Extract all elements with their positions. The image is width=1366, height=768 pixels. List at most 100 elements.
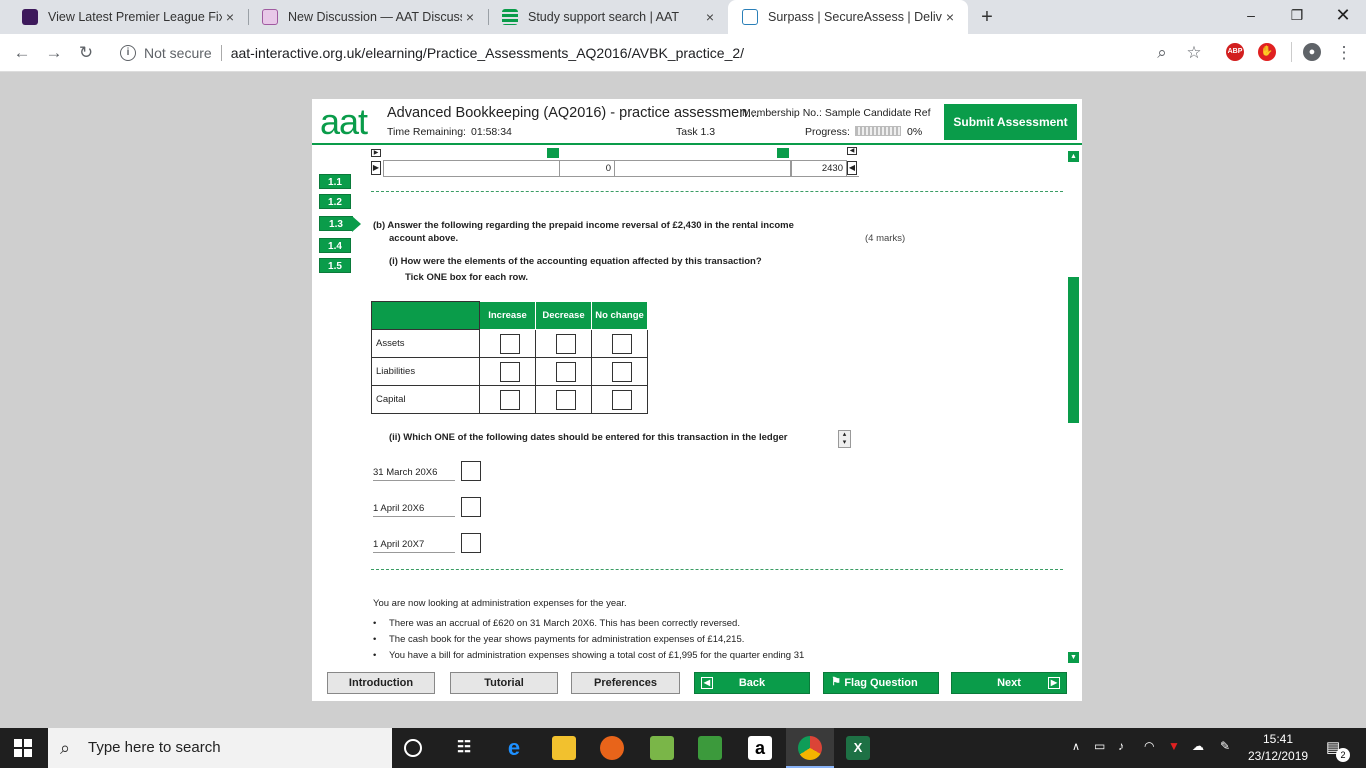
close-tab-icon[interactable]: × [702,9,718,25]
task-button-1-4[interactable]: 1.4 [319,238,351,253]
minimize-window-icon[interactable]: – [1228,0,1274,30]
row-label-liabilities: Liabilities [371,357,480,386]
surpass-icon [742,9,758,25]
cortana-icon[interactable] [404,739,422,757]
close-window-icon[interactable]: ✕ [1320,0,1366,30]
next-button[interactable]: Next ▶ [951,672,1067,694]
date-option-checkbox-31-march-20x6[interactable] [461,461,481,481]
assets-increase-checkbox[interactable] [499,333,520,354]
back-arrow-icon[interactable]: ← [10,41,34,65]
liabilities-no-change-checkbox[interactable] [611,361,632,382]
clock-time[interactable]: 15:41 [1262,732,1294,746]
excel-icon[interactable]: X [846,736,870,760]
address-bar[interactable]: i Not secure aat-interactive.org.uk/elea… [108,38,1214,68]
tutorial-button[interactable]: Tutorial [450,672,558,694]
time-remaining-label: Time Remaining: [387,126,466,138]
ledger-play-icon[interactable]: ▶ [371,149,381,157]
profile-avatar-icon[interactable]: ● [1303,43,1321,61]
chevron-left-icon: ◀ [701,677,713,689]
volume-icon[interactable]: ♪ [1118,739,1124,753]
capital-no-change-checkbox[interactable] [611,389,632,410]
firefox-icon[interactable] [600,736,624,760]
search-icon: ⌕ [60,738,71,758]
introduction-button[interactable]: Introduction [327,672,435,694]
submit-assessment-button[interactable]: Submit Assessment [944,104,1077,140]
next-button-label: Next [997,677,1021,689]
date-option-checkbox-1-april-20x6[interactable] [461,497,481,517]
close-tab-icon[interactable]: × [222,9,238,25]
capital-decrease-checkbox[interactable] [555,389,576,410]
network-icon[interactable]: ▭ [1094,739,1105,753]
ledger-credit-amount[interactable]: 2430 [791,160,847,177]
edge-icon[interactable]: e [502,736,526,760]
liabilities-increase-checkbox[interactable] [499,361,520,382]
date-option-label: 1 April 20X7 [373,533,455,553]
taskbar-search-box[interactable]: ⌕ Type here to search [48,728,392,768]
close-tab-icon[interactable]: × [942,9,958,25]
bookmark-star-icon[interactable]: ☆ [1182,41,1206,65]
scroll-thumb[interactable] [1068,277,1079,423]
reload-icon[interactable]: ↻ [74,41,98,65]
info-icon[interactable]: i [120,45,136,61]
menu-kebab-icon[interactable]: ⋮ [1332,41,1356,65]
column-marker-icon [777,148,789,158]
ledger-cell[interactable] [615,160,791,177]
browser-tab-study-support[interactable]: Study support search | AAT × [488,0,728,34]
content-scrollbar[interactable]: ▲ ▼ [1068,151,1079,665]
browser-tab-surpass[interactable]: Surpass | SecureAssess | Delivery × [728,0,968,34]
capital-increase-checkbox[interactable] [499,389,520,410]
windows-start-icon[interactable] [14,739,32,757]
wifi-icon[interactable]: ◠ [1144,739,1154,753]
task-button-1-3[interactable]: 1.3 [319,216,361,232]
task-button-1-5[interactable]: 1.5 [319,258,351,273]
cloud-alert-icon[interactable]: ☁ [1192,739,1204,753]
time-remaining-value: 01:58:34 [471,126,512,138]
scroll-stepper-icon[interactable]: ▴ ▾ [838,430,851,448]
notes-app-icon[interactable] [698,736,722,760]
assets-decrease-checkbox[interactable] [555,333,576,354]
preferences-button[interactable]: Preferences [571,672,680,694]
column-marker-icon [547,148,559,158]
file-explorer-icon[interactable] [552,736,576,760]
task-view-icon[interactable]: ☷ [452,736,476,760]
liabilities-decrease-checkbox[interactable] [555,361,576,382]
flag-icon: ⚑ [831,676,841,688]
date-option-checkbox-1-april-20x7[interactable] [461,533,481,553]
chrome-taskbar-active[interactable] [786,728,834,768]
ledger-play-icon[interactable]: ▶ [371,161,381,175]
ledger-debit-amount[interactable]: 0 [559,160,615,177]
store-app-icon[interactable] [650,736,674,760]
scroll-down-icon[interactable]: ▼ [1068,652,1079,663]
scroll-up-icon[interactable]: ▲ [1068,151,1079,162]
date-option-label: 1 April 20X6 [373,497,455,517]
zoom-icon[interactable]: ⌕ [1150,41,1174,65]
browser-tab-premier-league[interactable]: View Latest Premier League Fixtu × [8,0,248,34]
task-button-1-1[interactable]: 1.1 [319,174,351,189]
restore-window-icon[interactable]: ❐ [1274,0,1320,30]
tray-chevron-icon[interactable]: ∧ [1072,740,1080,753]
flag-question-button[interactable]: ⚑ Flag Question [823,672,939,694]
chrome-icon [798,736,822,760]
search-placeholder: Type here to search [88,739,221,756]
ledger-reverse-icon[interactable]: ◀ [847,161,857,175]
ledger-cell[interactable] [383,160,559,177]
browser-tab-aat-discussion[interactable]: New Discussion — AAT Discussio × [248,0,488,34]
new-tab-button[interactable]: + [976,6,998,28]
amazon-icon[interactable]: a [748,736,772,760]
flag-question-label: Flag Question [844,677,918,689]
forward-arrow-icon[interactable]: → [42,41,66,65]
pen-icon[interactable]: ✎ [1220,739,1230,753]
clock-date[interactable]: 23/12/2019 [1248,749,1308,763]
task-button-1-2[interactable]: 1.2 [319,194,351,209]
assets-no-change-checkbox[interactable] [611,333,632,354]
back-button[interactable]: ◀ Back [694,672,810,694]
section-divider [371,569,1063,570]
mcafee-icon[interactable]: ▼ [1168,739,1180,753]
aat-discussion-icon [262,9,278,25]
hand-extension-icon[interactable]: ✋ [1258,43,1276,61]
table-header-blank [371,301,480,330]
adblock-plus-icon[interactable]: ABP [1226,43,1244,61]
notification-count-badge: 2 [1336,748,1350,762]
ledger-reverse-icon[interactable]: ◀ [847,147,857,155]
close-tab-icon[interactable]: × [462,9,478,25]
